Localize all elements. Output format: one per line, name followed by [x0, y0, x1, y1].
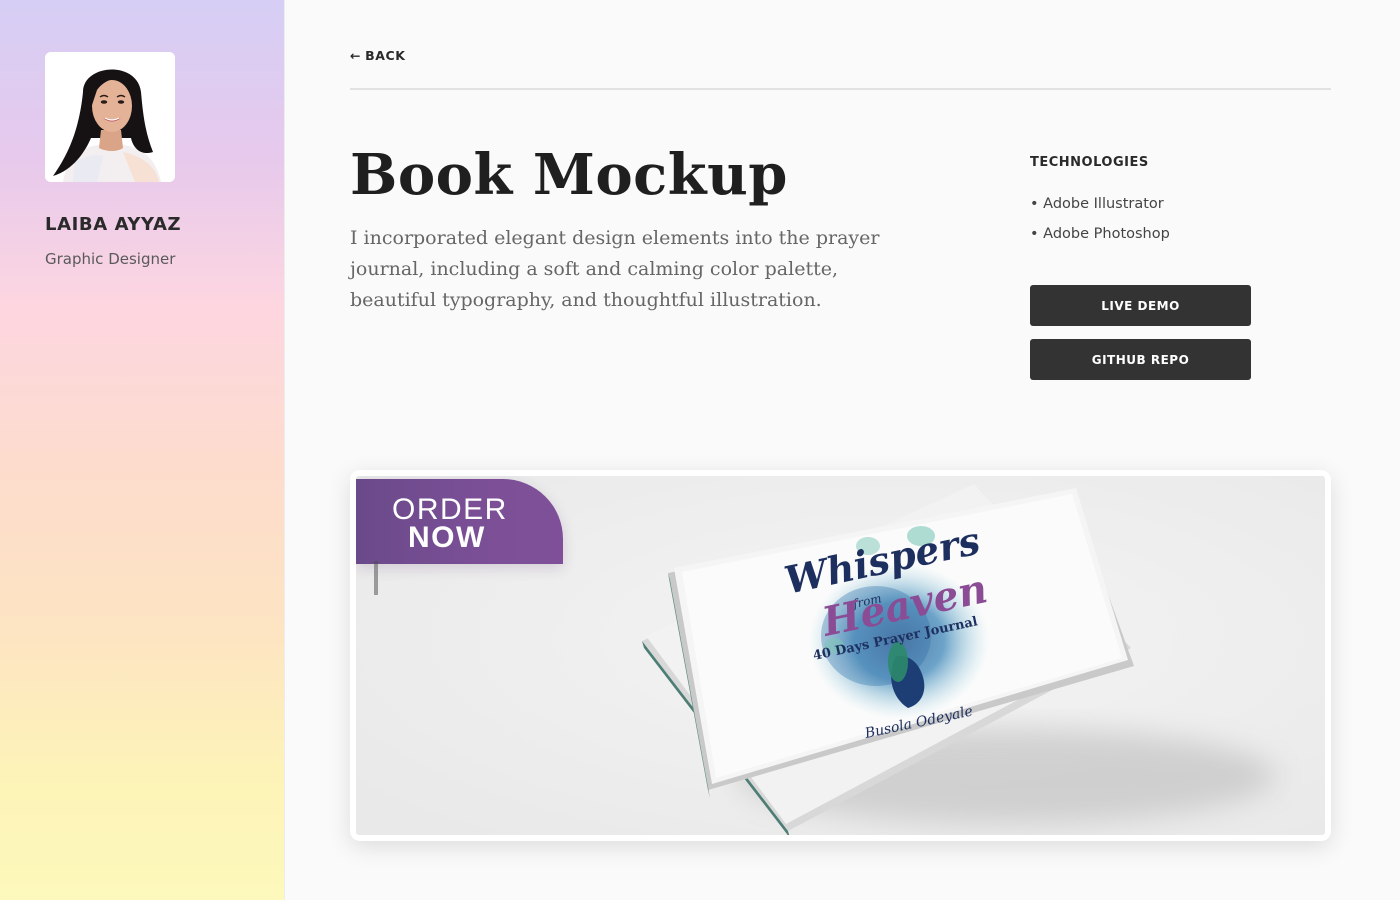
book-mockup-image: Whispers from Heaven 40 Days Prayer Jour…: [356, 476, 1325, 835]
ribbon-tail: [374, 561, 378, 595]
technologies-heading: TECHNOLOGIES: [1030, 155, 1149, 170]
avatar: [45, 52, 175, 182]
project-description: I incorporated elegant design elements i…: [350, 227, 880, 311]
technology-item: • Adobe Illustrator: [1030, 196, 1164, 212]
technology-item: • Adobe Photoshop: [1030, 226, 1170, 242]
page-title: Book Mockup: [350, 142, 788, 208]
live-demo-button[interactable]: LIVE DEMO: [1030, 285, 1251, 326]
back-link[interactable]: ← BACK: [350, 48, 406, 63]
order-now-ribbon: ORDER NOW: [356, 479, 563, 564]
profile-role: Graphic Designer: [45, 250, 176, 268]
github-repo-button[interactable]: GITHUB REPO: [1030, 339, 1251, 380]
ribbon-line2: NOW: [408, 521, 486, 554]
sidebar: LAIBA AYYAZ Graphic Designer: [0, 0, 285, 900]
back-label: BACK: [365, 48, 406, 63]
profile-photo: [45, 52, 175, 182]
arrow-left-icon: ←: [350, 48, 362, 63]
header-divider: [350, 88, 1331, 90]
profile-name: LAIBA AYYAZ: [45, 214, 182, 235]
project-showcase-image: Whispers from Heaven 40 Days Prayer Jour…: [350, 470, 1331, 841]
technologies-list: • Adobe Illustrator • Adobe Photoshop: [1030, 193, 1170, 253]
